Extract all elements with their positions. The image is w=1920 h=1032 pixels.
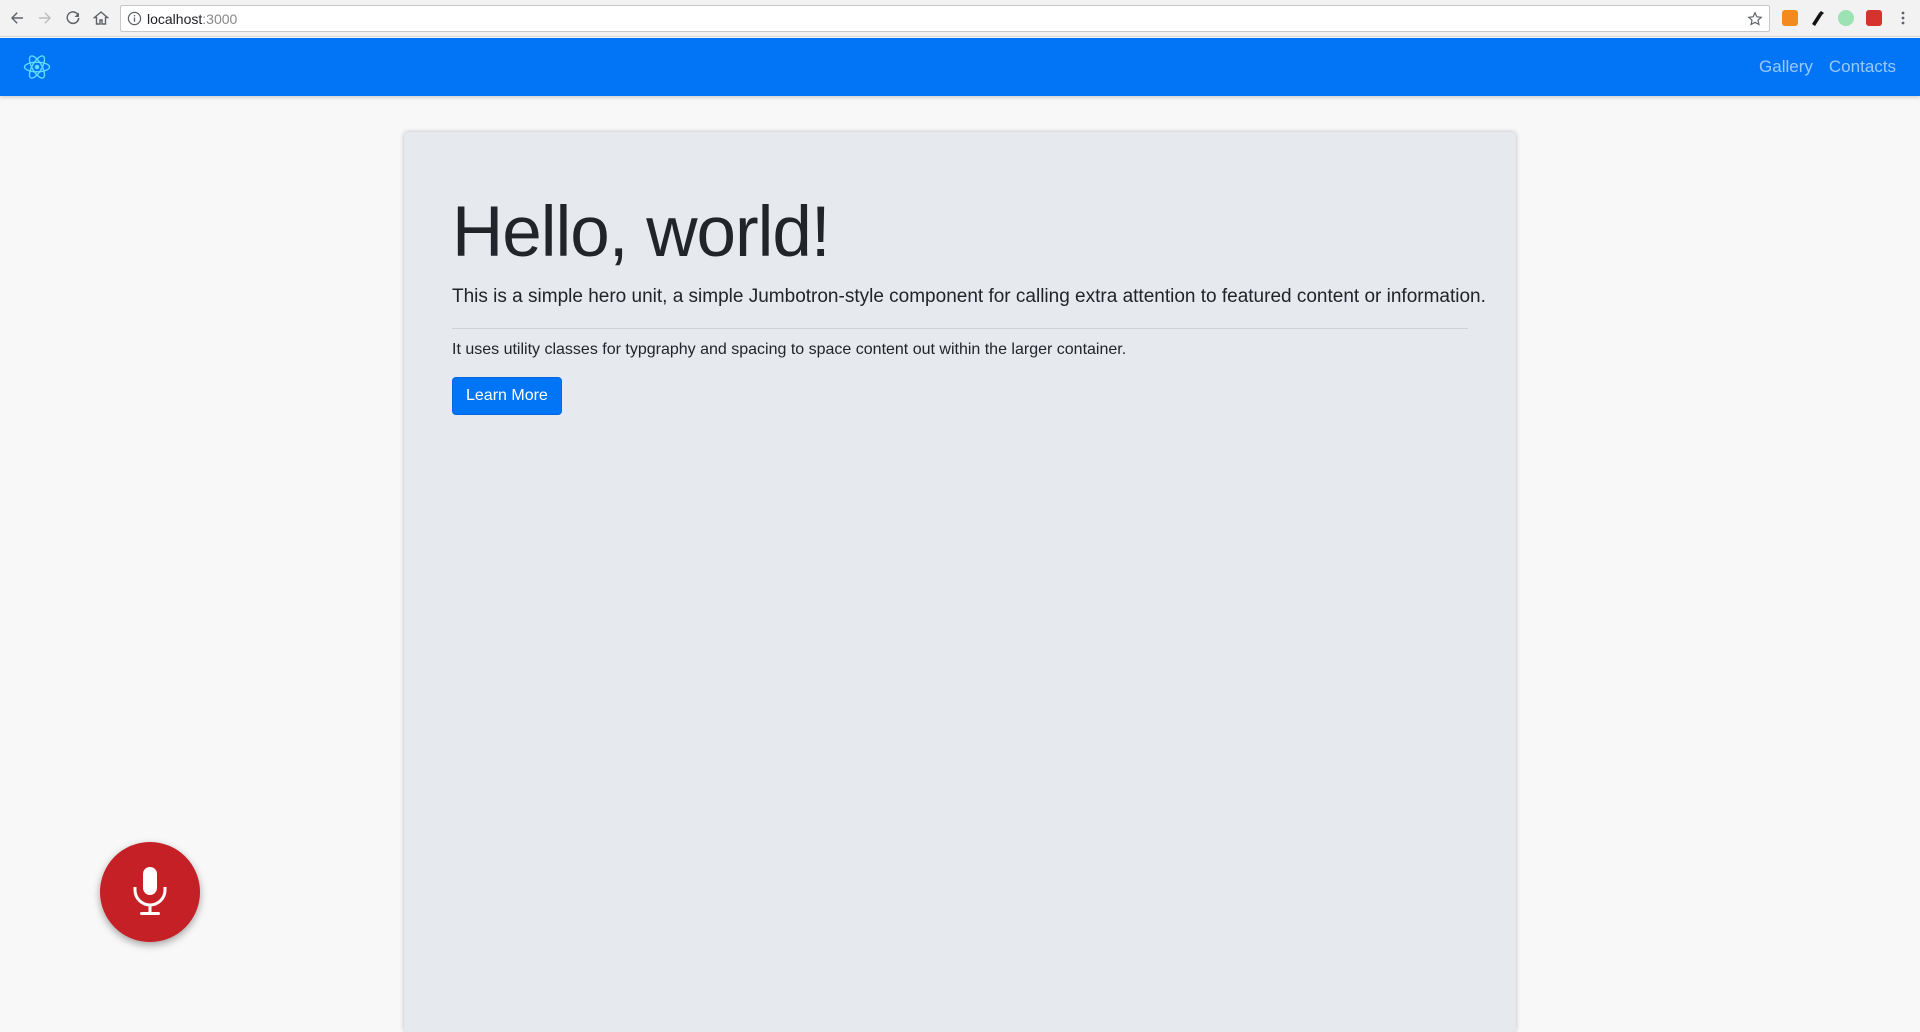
browser-toolbar: localhost:3000: [0, 0, 1920, 37]
forward-button[interactable]: [34, 7, 56, 29]
url-host: localhost: [147, 11, 203, 27]
nav-link-contacts[interactable]: Contacts: [1829, 57, 1896, 77]
divider: [452, 327, 1468, 329]
arrow-left-icon: [11, 12, 23, 24]
microphone-icon: [133, 867, 167, 915]
reload-button[interactable]: [62, 7, 84, 29]
extension-calendar-icon[interactable]: [1782, 10, 1798, 26]
hero-title: Hello, world!: [452, 193, 831, 272]
browser-menu-button[interactable]: [1892, 7, 1914, 29]
mic-button[interactable]: [100, 842, 200, 942]
kebab-menu-icon: [1901, 11, 1905, 25]
top-navbar: Gallery Contacts: [0, 38, 1920, 96]
arrow-right-icon: [39, 12, 51, 24]
react-logo-icon[interactable]: [22, 52, 52, 82]
back-button[interactable]: [6, 7, 28, 29]
learn-more-button[interactable]: Learn More: [452, 376, 562, 415]
nav-link-gallery[interactable]: Gallery: [1759, 57, 1813, 77]
home-icon: [93, 11, 109, 25]
bookmark-star-icon[interactable]: [1747, 11, 1763, 27]
extension-pen-icon[interactable]: [1810, 10, 1826, 26]
nav-links: Gallery Contacts: [1759, 38, 1896, 96]
hero-body: It uses utility classes for typgraphy an…: [452, 340, 1127, 358]
reload-icon: [66, 11, 80, 25]
info-icon[interactable]: [127, 11, 142, 26]
home-button[interactable]: [90, 7, 112, 29]
url-text[interactable]: localhost:3000: [147, 11, 237, 27]
url-port: :3000: [202, 11, 238, 27]
extension-red-icon[interactable]: [1866, 10, 1882, 26]
extension-circle-icon[interactable]: [1838, 10, 1854, 26]
address-bar[interactable]: localhost:3000: [120, 5, 1770, 32]
hero-lead: This is a simple hero unit, a simple Jum…: [452, 285, 1486, 307]
jumbotron: Hello, world! This is a simple hero unit…: [404, 132, 1516, 1032]
